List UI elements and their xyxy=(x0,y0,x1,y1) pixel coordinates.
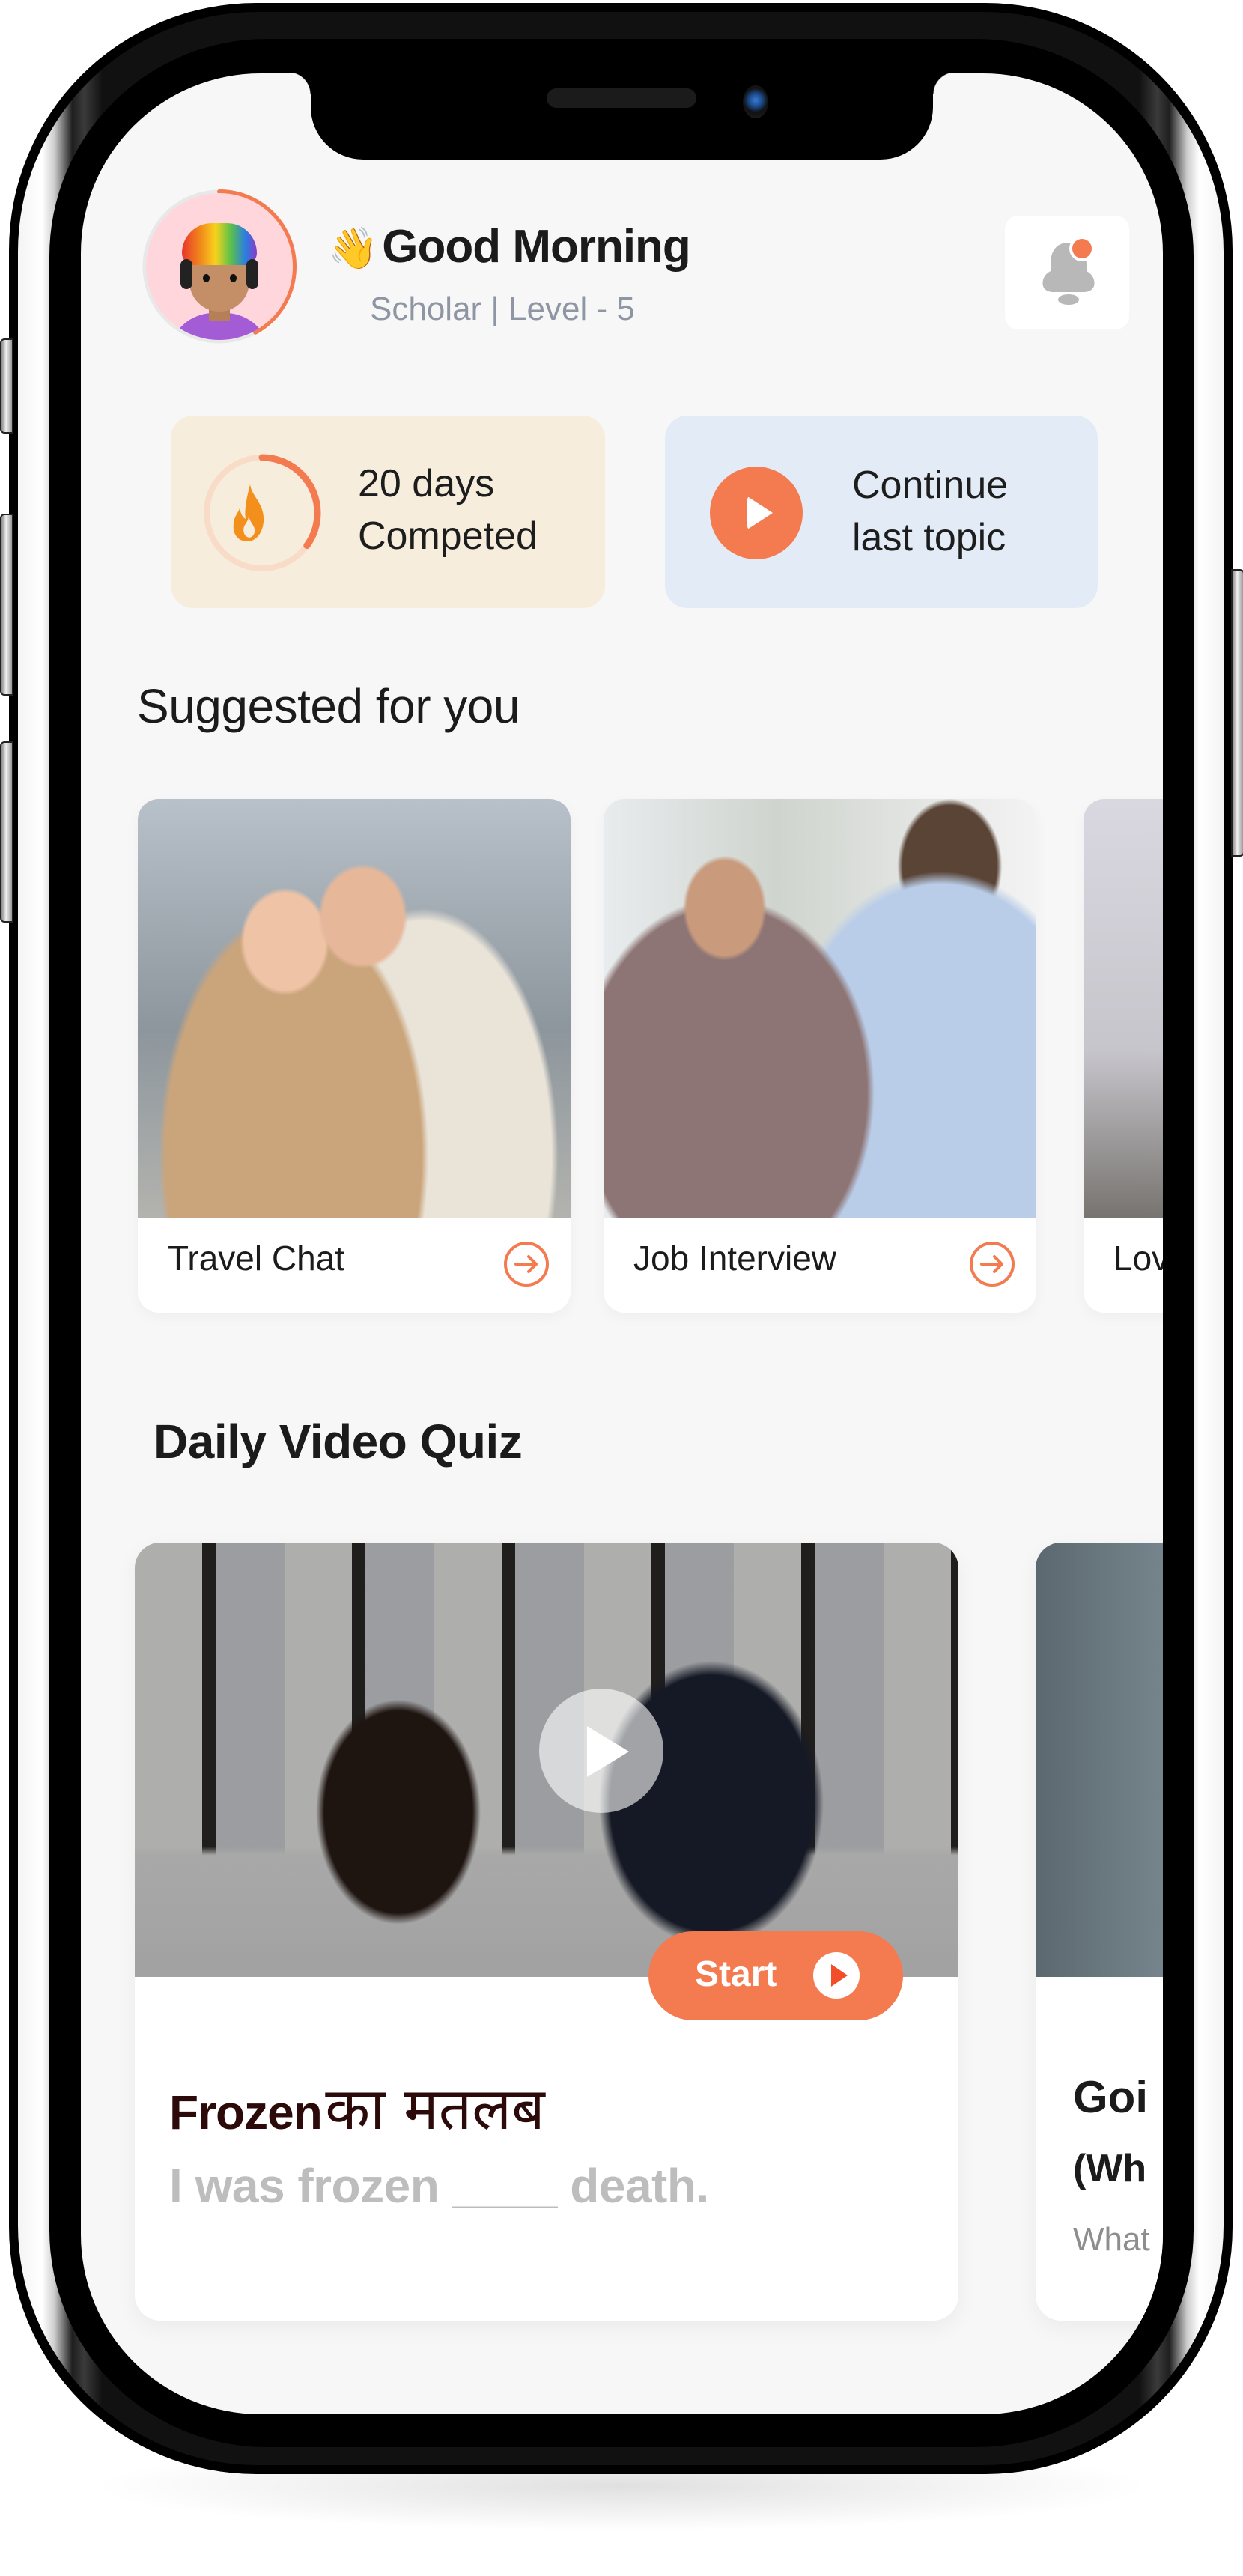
arrow-right-circle-icon[interactable] xyxy=(969,1241,1015,1287)
quiz-word-meaning-hindi: का मतलब xyxy=(325,2076,545,2143)
quiz-card[interactable]: Goi (Wh What xyxy=(1036,1543,1163,2321)
start-label: Start xyxy=(695,1954,777,1994)
user-rank-level: Scholar | Level - 5 xyxy=(370,291,635,327)
headphone-icon xyxy=(246,259,258,289)
quiz-card[interactable]: Start Frozen का मतलब I was frozen ____ d… xyxy=(135,1543,958,2321)
job-interview-handshake-photo xyxy=(604,799,1036,1218)
suggested-card[interactable]: Lov xyxy=(1084,799,1163,1313)
avatar[interactable] xyxy=(146,193,293,340)
play-icon xyxy=(710,467,803,559)
suggested-card-label: Travel Chat xyxy=(168,1239,345,1278)
volume-down-button xyxy=(0,741,13,923)
man-on-couch-photo xyxy=(1084,799,1163,1218)
play-triangle xyxy=(747,496,773,529)
mute-switch xyxy=(0,338,13,434)
streak-label: Competed xyxy=(358,514,538,558)
bell-icon xyxy=(1042,237,1095,305)
avatar-eye xyxy=(203,274,210,282)
quiz-headline: Frozen का मतलब xyxy=(169,2067,545,2146)
notification-button[interactable] xyxy=(1005,216,1129,329)
notch xyxy=(288,73,955,160)
streak-text: 20 days Competed xyxy=(358,458,538,562)
avatar-eye xyxy=(230,274,237,282)
power-button xyxy=(1231,569,1243,857)
start-quiz-button[interactable]: Start xyxy=(648,1931,903,2020)
suggested-card[interactable]: Travel Chat xyxy=(138,799,571,1313)
speaker-grille xyxy=(547,88,696,108)
app-screen: 👋Good Morning Scholar | Level - 5 20 day… xyxy=(81,73,1163,2414)
play-triangle xyxy=(831,1964,848,1987)
arrow-right-circle-icon[interactable] xyxy=(503,1241,550,1287)
travel-couple-photo xyxy=(138,799,571,1218)
quiz-card-title: Goi xyxy=(1073,2072,1148,2122)
continue-line2: last topic xyxy=(852,516,1006,559)
play-circle-icon xyxy=(813,1952,860,1999)
headphone-icon xyxy=(180,259,192,289)
suggested-card-label: Job Interview xyxy=(633,1239,837,1278)
notification-dot xyxy=(1072,239,1092,258)
flame-icon xyxy=(233,484,264,541)
quiz-card-subtitle: (Wh xyxy=(1073,2147,1147,2190)
quiz-word: Frozen xyxy=(169,2086,323,2139)
teal-background-photo xyxy=(1036,1543,1163,1977)
play-icon xyxy=(587,1726,629,1777)
suggested-card-label: Lov xyxy=(1113,1239,1163,1278)
quiz-sentence: I was frozen ____ death. xyxy=(169,2159,709,2213)
front-camera xyxy=(743,85,768,118)
daily-quiz-section-title: Daily Video Quiz xyxy=(154,1415,523,1468)
greeting-text: Good Morning xyxy=(382,221,691,273)
streak-card[interactable]: 20 days Competed xyxy=(171,416,605,608)
continue-text: Continue last topic xyxy=(852,459,1008,564)
greeting: 👋Good Morning xyxy=(328,220,691,273)
quiz-card-question: What xyxy=(1073,2221,1150,2258)
volume-up-button xyxy=(0,514,13,696)
avatar-hair xyxy=(182,223,257,265)
continue-line1: Continue xyxy=(852,464,1009,507)
suggested-section-title: Suggested for you xyxy=(137,679,520,733)
wave-icon: 👋 xyxy=(328,226,378,271)
suggested-card[interactable]: Job Interview xyxy=(604,799,1036,1313)
continue-last-topic-card[interactable]: Continue last topic xyxy=(665,416,1098,608)
streak-days: 20 days xyxy=(358,462,495,505)
video-play-button[interactable] xyxy=(539,1689,663,1813)
